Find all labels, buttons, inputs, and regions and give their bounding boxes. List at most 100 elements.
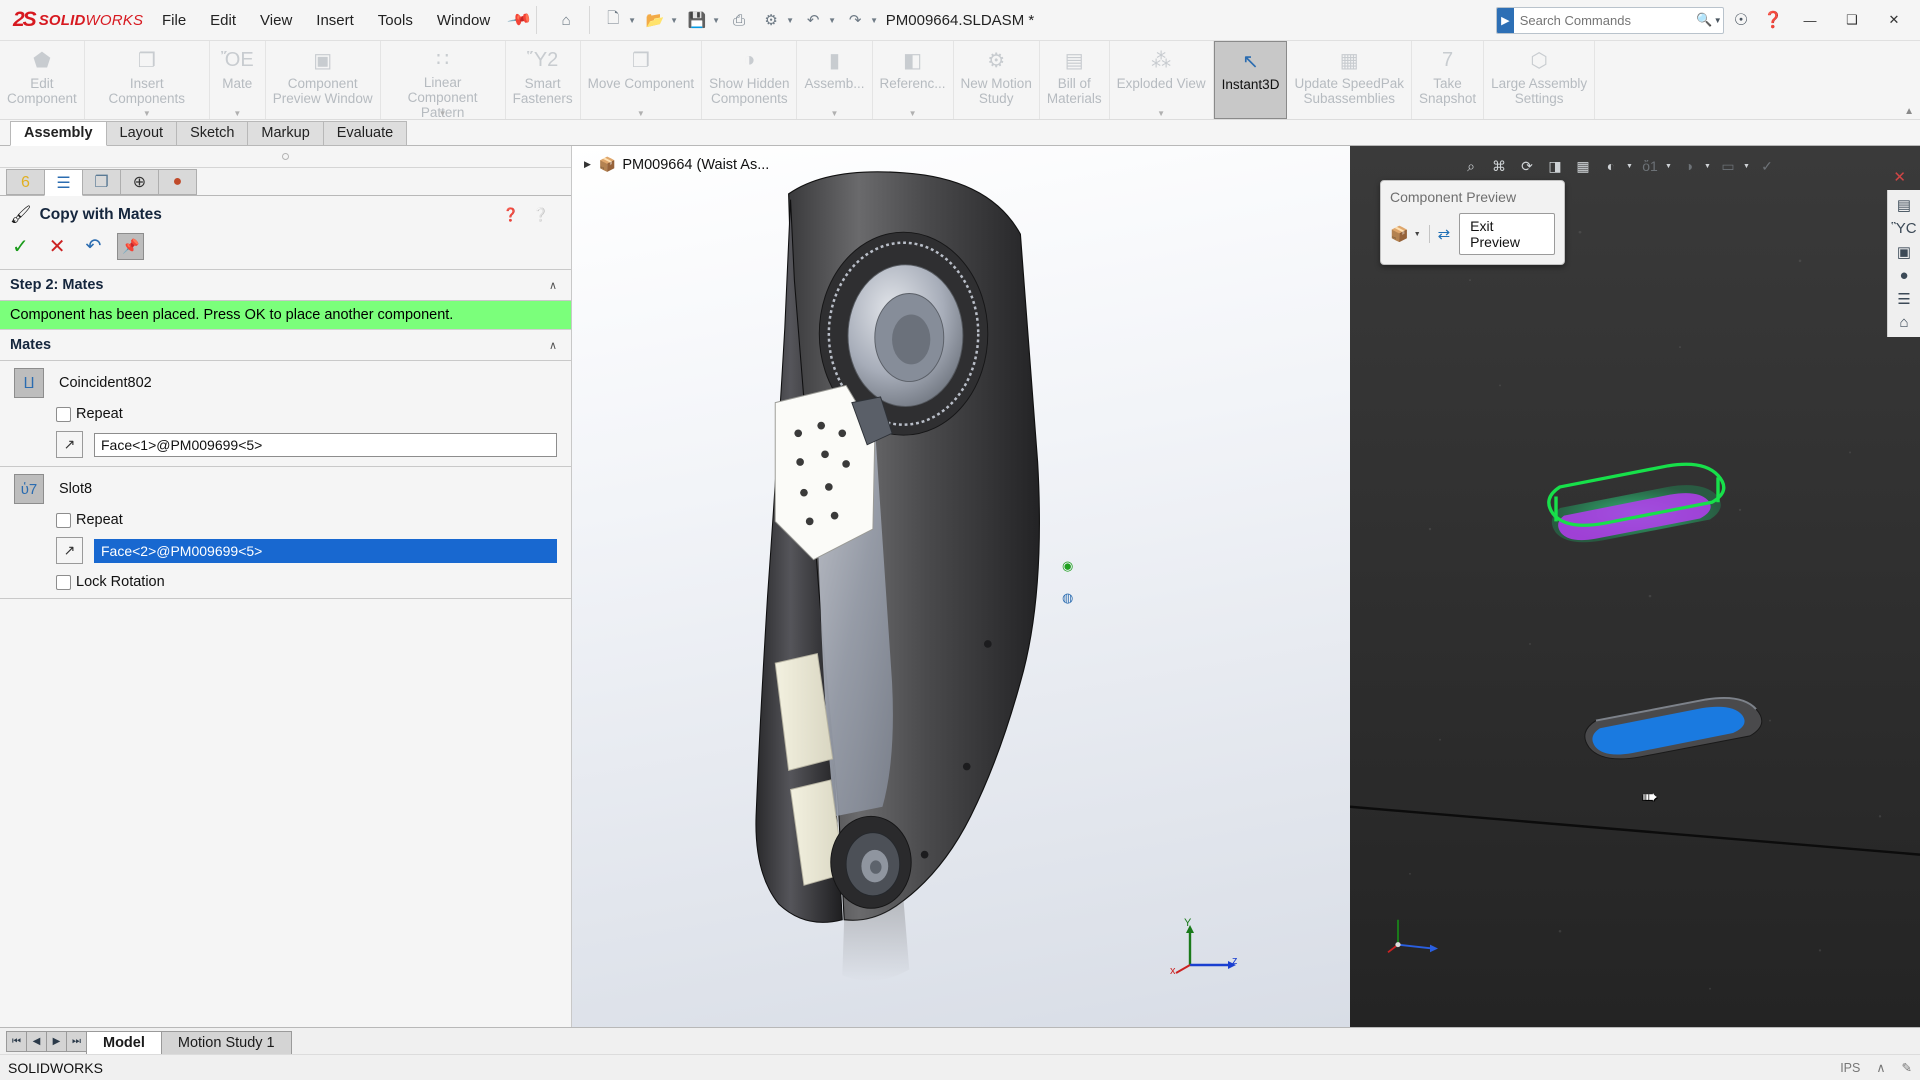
ribbon-button-new-motion-study[interactable]: ⚙ New Motion Study — [954, 41, 1040, 119]
configuration-manager-tab[interactable]: ❐ — [82, 169, 121, 195]
component-color-icon[interactable]: 📦 — [1390, 225, 1409, 243]
chevron-down-icon[interactable]: ▼ — [1414, 231, 1421, 238]
mate-reference-input[interactable]: Face<2>@PM009699<5> — [94, 539, 557, 563]
save-icon[interactable]: 💾 — [682, 6, 712, 34]
ribbon-button-caret-icon[interactable]: ▼ — [637, 109, 645, 118]
dimxpert-manager-tab[interactable]: ⊕ — [120, 169, 159, 195]
ribbon-button-insert-components[interactable]: ❐ Insert Components ▼ — [85, 41, 210, 119]
mate-badge-blue[interactable]: ◍ — [1062, 590, 1073, 606]
exit-preview-button[interactable]: Exit Preview — [1459, 213, 1555, 255]
command-tab-sketch[interactable]: Sketch — [176, 121, 248, 145]
open-folder-icon[interactable]: 📂 — [640, 6, 670, 34]
previous-page-button[interactable]: ◀ — [26, 1031, 47, 1052]
undo-icon[interactable]: ↶ — [798, 6, 828, 34]
display-manager-tab[interactable]: ● — [158, 169, 197, 195]
ribbon-button-take-snapshot[interactable]: ὏7 Take Snapshot — [1412, 41, 1484, 119]
ribbon-button-mate[interactable]: ὌE Mate ▼ — [210, 41, 266, 119]
ribbon-button-exploded-view[interactable]: ⁂ Exploded View ▼ — [1110, 41, 1214, 119]
flyout-feature-tree[interactable]: ▶ 📦 PM009664 (Waist As... — [584, 156, 769, 173]
units-indicator[interactable]: IPS — [1840, 1061, 1860, 1075]
ribbon-button-caret-icon[interactable]: ▼ — [909, 109, 917, 118]
ribbon-button-component-preview-window[interactable]: ▣ Component Preview Window — [266, 41, 381, 119]
ribbon-button-caret-icon[interactable]: ▼ — [233, 109, 241, 118]
step2-mates-section-header[interactable]: Step 2: Mates ∧ — [0, 270, 571, 301]
repeat-checkbox-row[interactable]: Repeat — [0, 510, 571, 532]
repeat-checkbox[interactable] — [56, 513, 71, 528]
display-style-caret-icon[interactable]: ▼ — [1626, 163, 1635, 170]
save-caret-icon[interactable]: ▼ — [712, 16, 722, 25]
select-reference-icon[interactable]: ↗ — [56, 431, 83, 458]
panel-resize-handle[interactable] — [0, 146, 571, 168]
home-rail-icon[interactable]: ⌂ — [1899, 314, 1908, 331]
open-caret-icon[interactable]: ▼ — [670, 16, 680, 25]
new-document-icon[interactable]: 🗋 — [598, 6, 628, 34]
mates-chevron-up-icon[interactable]: ∧ — [549, 339, 557, 352]
ok-button[interactable]: ✓ — [12, 237, 29, 257]
command-tab-markup[interactable]: Markup — [247, 121, 323, 145]
pushpin-icon[interactable]: 📌 — [506, 6, 534, 34]
view-orientation-icon[interactable]: ▦ — [1570, 154, 1596, 178]
mate-header-row[interactable]: ⨿ Coincident802 — [0, 361, 571, 404]
options-gear-icon[interactable]: ⚙ — [756, 6, 786, 34]
mate-reference-row[interactable]: ↗ Face<2>@PM009699<5> — [0, 532, 571, 572]
ribbon-button-move-component[interactable]: ❐ Move Component ▼ — [581, 41, 703, 119]
menu-item-file[interactable]: File — [150, 8, 198, 33]
edit-appearance-icon[interactable]: ◑ — [1676, 154, 1702, 178]
section-view-icon[interactable]: ◨ — [1542, 154, 1568, 178]
apply-scene-icon[interactable]: ▭ — [1715, 154, 1741, 178]
display-style-icon[interactable]: ◐ — [1598, 154, 1624, 178]
search-commands-box[interactable]: ▶ 🔍 ▼ — [1496, 7, 1724, 34]
edit-units-icon[interactable]: ✎ — [1902, 1060, 1912, 1075]
lights-rail-icon[interactable]: ☰ — [1897, 290, 1910, 308]
mate-reference-input[interactable]: Face<1>@PM009699<5> — [94, 433, 557, 457]
slot-mate-icon[interactable]: ὑ7 — [14, 474, 44, 504]
zoom-to-area-icon[interactable]: ⌘ — [1486, 154, 1512, 178]
chevron-up-icon[interactable]: ∧ — [549, 279, 557, 292]
chevron-down-icon[interactable]: ▼ — [1712, 16, 1723, 25]
close-button[interactable]: ✕ — [1874, 5, 1914, 35]
zoom-to-fit-icon[interactable]: ⌕ — [1458, 154, 1484, 178]
mate-header-row[interactable]: ὑ7 Slot8 — [0, 467, 571, 510]
decals-rail-icon[interactable]: ● — [1899, 267, 1908, 284]
ribbon-button-show-hidden-components[interactable]: ◑ Show Hidden Components — [702, 41, 797, 119]
menu-item-window[interactable]: Window — [425, 8, 502, 33]
undo-button[interactable]: ↶ — [86, 237, 102, 257]
mates-section-header[interactable]: Mates ∧ — [0, 330, 571, 361]
last-page-button[interactable]: ⏭ — [66, 1031, 87, 1052]
ribbon-button-reference-geometry[interactable]: ◧ Referenc... ▼ — [873, 41, 954, 119]
ribbon-button-caret-icon[interactable]: ▼ — [1157, 109, 1165, 118]
command-tab-evaluate[interactable]: Evaluate — [323, 121, 407, 145]
menu-item-insert[interactable]: Insert — [304, 8, 366, 33]
lock-rotation-checkbox-row[interactable]: Lock Rotation — [0, 572, 571, 598]
keep-visible-pin-button[interactable]: 📌 — [117, 233, 144, 260]
close-preview-icon[interactable]: ✕ — [1893, 168, 1906, 186]
feature-manager-tree-tab[interactable]: ὎6 — [6, 169, 45, 195]
mate-badge-green[interactable]: ◉ — [1062, 558, 1073, 574]
search-go-icon[interactable]: ▶ — [1497, 8, 1514, 33]
new-document-caret-icon[interactable]: ▼ — [628, 16, 638, 25]
ribbon-button-smart-fasteners[interactable]: Ὕ2 Smart Fasteners — [506, 41, 581, 119]
help-icon[interactable]: ❓ — [1758, 5, 1788, 35]
lock-rotation-checkbox[interactable] — [56, 575, 71, 590]
synchronize-icon[interactable]: ⇄ — [1438, 225, 1451, 243]
ribbon-button-caret-icon[interactable]: ▼ — [831, 109, 839, 118]
property-manager-tab[interactable]: ☰ — [44, 169, 83, 196]
document-tab-motion-study-1[interactable]: Motion Study 1 — [161, 1031, 292, 1054]
home-icon[interactable]: ⌂ — [551, 6, 581, 34]
ribbon-button-update-speedpak[interactable]: ▦ Update SpeedPak Subassemblies — [1287, 41, 1412, 119]
ribbon-button-linear-component-pattern[interactable]: ∷ Linear Component Pattern ▼ — [381, 41, 506, 119]
ribbon-button-edit-component[interactable]: ⬟ Edit Component — [0, 41, 85, 119]
graphics-area[interactable]: ▶ 📦 PM009664 (Waist As... ◉ ◍ Y z x — [572, 146, 1350, 1027]
next-page-button[interactable]: ▶ — [46, 1031, 67, 1052]
ribbon-button-caret-icon[interactable]: ▼ — [143, 109, 151, 118]
repeat-checkbox-row[interactable]: Repeat — [0, 404, 571, 426]
ribbon-button-instant3d[interactable]: ↖ Instant3D — [1214, 41, 1288, 119]
mate-reference-row[interactable]: ↗ Face<1>@PM009699<5> — [0, 426, 571, 466]
ribbon-button-bill-of-materials[interactable]: ▤ Bill of Materials — [1040, 41, 1110, 119]
redo-icon[interactable]: ↷ — [840, 6, 870, 34]
appearances-rail-icon[interactable]: ὛC — [1891, 220, 1916, 237]
hide-show-items-icon[interactable]: ὄ1 — [1637, 154, 1663, 178]
scenes-rail-icon[interactable]: ▣ — [1897, 243, 1911, 261]
help-question-icon[interactable]: ❓ — [503, 207, 519, 223]
view-settings-icon[interactable]: ✓ — [1754, 154, 1780, 178]
